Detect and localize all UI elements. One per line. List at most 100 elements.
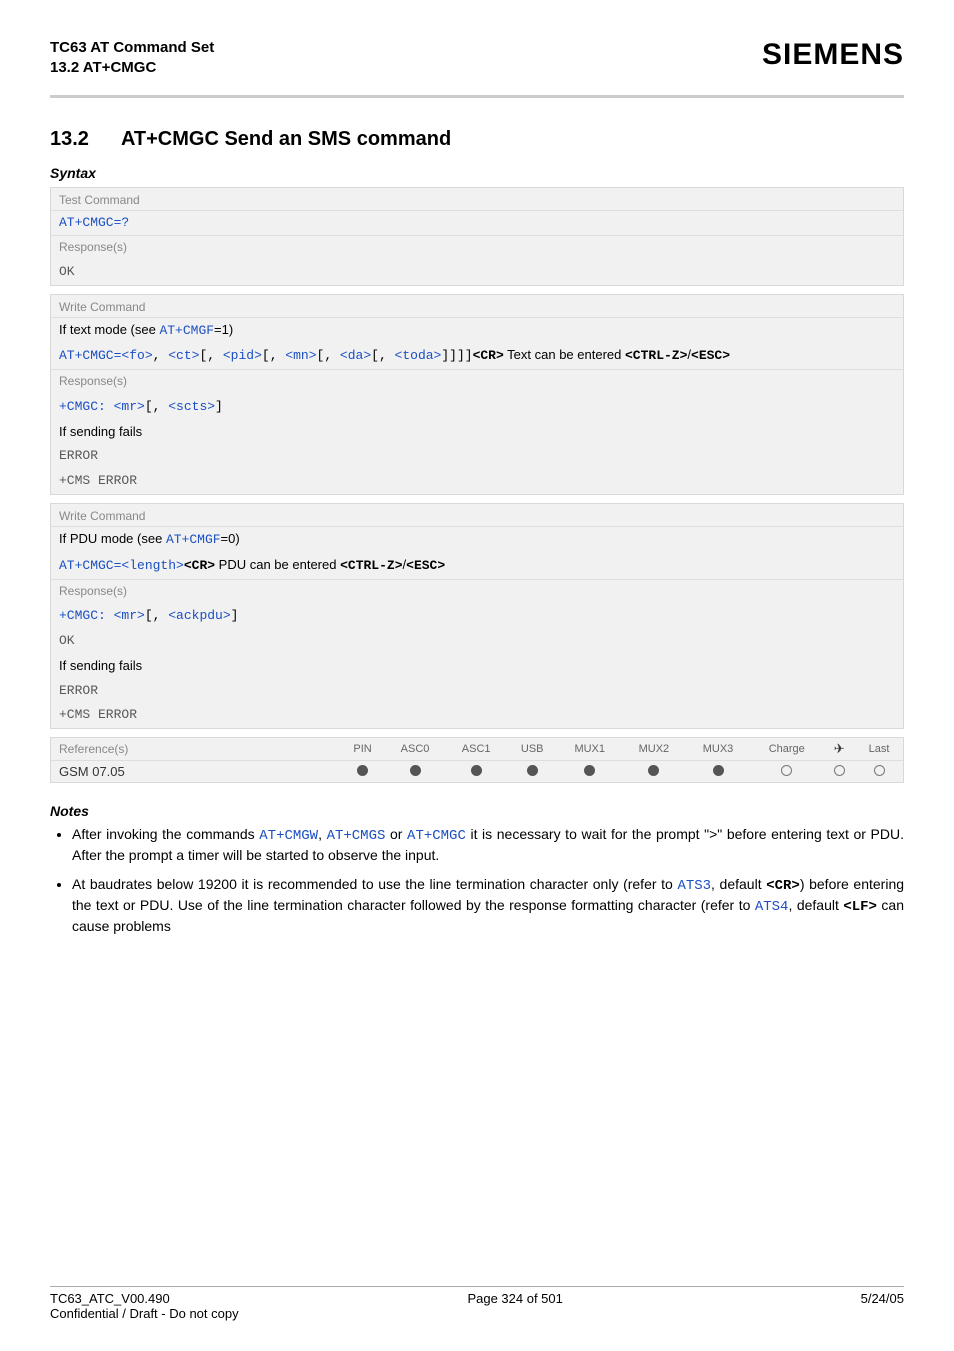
col-mux2: MUX2 — [622, 738, 686, 761]
n1-c: or — [385, 826, 407, 842]
fo-param[interactable]: <fo> — [121, 348, 152, 363]
notes-label: Notes — [50, 803, 904, 819]
pid-param[interactable]: <pid> — [223, 348, 262, 363]
test-command-box: Test Command AT+CMGC=? Response(s) OK — [50, 187, 904, 286]
dot-asc0 — [384, 761, 445, 783]
col-mux1: MUX1 — [558, 738, 622, 761]
mode-line: If PDU mode (see AT+CMGF=0) — [51, 527, 903, 553]
error-text: ERROR — [51, 444, 903, 469]
n1-a: After invoking the commands — [72, 826, 259, 842]
da-param[interactable]: <da> — [340, 348, 371, 363]
col-airplane-icon: ✈ — [823, 738, 855, 761]
mode-line: If text mode (see AT+CMGF=1) — [51, 318, 903, 344]
footer-rule — [50, 1286, 904, 1287]
esc-token: <ESC> — [406, 558, 445, 573]
resp-prefix: +CMGC: — [59, 399, 114, 414]
filled-circle-icon — [527, 765, 538, 776]
write-command-pdu-box: Write Command If PDU mode (see AT+CMGF=0… — [50, 503, 904, 729]
box-label: Write Command — [51, 504, 903, 527]
mn-param[interactable]: <mn> — [285, 348, 316, 363]
header-rule — [50, 95, 904, 98]
brand-logo: SIEMENS — [762, 38, 904, 72]
dot-mux1 — [558, 761, 622, 783]
mid-text: Text can be entered — [504, 347, 625, 362]
dot-usb — [507, 761, 558, 783]
header-left: TC63 AT Command Set 13.2 AT+CMGC — [50, 38, 214, 79]
footer-left: TC63_ATC_V00.490 — [50, 1291, 170, 1306]
reference-label: Reference(s) — [51, 738, 341, 761]
doc-title: TC63 AT Command Set — [50, 38, 214, 58]
mr-param[interactable]: <mr> — [114, 608, 145, 623]
ct-param[interactable]: <ct> — [168, 348, 199, 363]
resp-prefix: +CMGC: — [59, 608, 114, 623]
empty-circle-icon — [834, 765, 845, 776]
cr-token: <CR> — [184, 558, 215, 573]
fail-text: If sending fails — [51, 420, 903, 445]
col-last: Last — [855, 738, 903, 761]
col-asc0: ASC0 — [384, 738, 445, 761]
response-label: Response(s) — [51, 579, 903, 603]
ctrlz-token: <CTRL-Z> — [340, 558, 402, 573]
fail-text: If sending fails — [51, 654, 903, 679]
footer-right: 5/24/05 — [861, 1291, 904, 1306]
cmgs-link[interactable]: AT+CMGS — [327, 828, 386, 844]
section-title: AT+CMGC Send an SMS command — [121, 128, 451, 151]
n1-b: , — [318, 826, 327, 842]
empty-circle-icon — [874, 765, 885, 776]
cmgf-link[interactable]: AT+CMGF — [159, 323, 214, 338]
ats3-link[interactable]: ATS3 — [677, 878, 711, 894]
error-text: ERROR — [51, 679, 903, 704]
empty-circle-icon — [781, 765, 792, 776]
n2-d: , default — [788, 897, 843, 913]
command-line: AT+CMGC=<fo>, <ct>[, <pid>[, <mn>[, <da>… — [51, 343, 903, 369]
cmgf-link[interactable]: AT+CMGF — [166, 532, 221, 547]
col-mux3: MUX3 — [686, 738, 750, 761]
response-ok: OK — [51, 629, 903, 654]
mode-suffix: =0) — [221, 531, 240, 546]
mr-param[interactable]: <mr> — [114, 399, 145, 414]
toda-param[interactable]: <toda> — [395, 348, 442, 363]
dot-air — [823, 761, 855, 783]
command-line: AT+CMGC=<length><CR> PDU can be entered … — [51, 553, 903, 579]
filled-circle-icon — [357, 765, 368, 776]
ackpdu-param[interactable]: <ackpdu> — [168, 608, 230, 623]
notes-list: After invoking the commands AT+CMGW, AT+… — [50, 825, 904, 935]
dot-charge — [750, 761, 823, 783]
filled-circle-icon — [584, 765, 595, 776]
cmd-prefix: AT+CMGC= — [59, 348, 121, 363]
cms-error-text: +CMS ERROR — [51, 703, 903, 728]
scts-param[interactable]: <scts> — [168, 399, 215, 414]
cmgw-link[interactable]: AT+CMGW — [259, 828, 318, 844]
filled-circle-icon — [648, 765, 659, 776]
ats4-link[interactable]: ATS4 — [755, 899, 789, 915]
lf-token: <LF> — [843, 899, 877, 915]
length-param[interactable]: <length> — [121, 558, 183, 573]
response-line: +CMGC: <mr>[, <scts>] — [51, 394, 903, 420]
reference-value: GSM 07.05 — [51, 761, 341, 783]
cr-token: <CR> — [473, 348, 504, 363]
note-2: At baudrates below 19200 it is recommend… — [72, 875, 904, 936]
filled-circle-icon — [471, 765, 482, 776]
box-label: Test Command — [51, 188, 903, 211]
col-charge: Charge — [750, 738, 823, 761]
col-usb: USB — [507, 738, 558, 761]
response-line: +CMGC: <mr>[, <ackpdu>] — [51, 603, 903, 629]
mode-prefix: If PDU mode (see — [59, 531, 166, 546]
section-number: 13.2 — [50, 128, 89, 151]
cr-token: <CR> — [766, 878, 800, 894]
mid-text: PDU can be entered — [215, 557, 340, 572]
page-footer: TC63_ATC_V00.490 Page 324 of 501 5/24/05… — [50, 1279, 904, 1321]
dot-asc1 — [446, 761, 507, 783]
mode-prefix: If text mode (see — [59, 322, 159, 337]
response-ok: OK — [51, 260, 903, 285]
box-label: Write Command — [51, 295, 903, 318]
write-command-text-box: Write Command If text mode (see AT+CMGF=… — [50, 294, 904, 495]
esc-token: <ESC> — [691, 348, 730, 363]
filled-circle-icon — [713, 765, 724, 776]
ctrlz-token: <CTRL-Z> — [625, 348, 687, 363]
doc-section: 13.2 AT+CMGC — [50, 58, 214, 78]
page-header: TC63 AT Command Set 13.2 AT+CMGC SIEMENS — [50, 38, 904, 89]
cmgc-link[interactable]: AT+CMGC — [407, 828, 466, 844]
dot-last — [855, 761, 903, 783]
mode-suffix: =1) — [214, 322, 233, 337]
